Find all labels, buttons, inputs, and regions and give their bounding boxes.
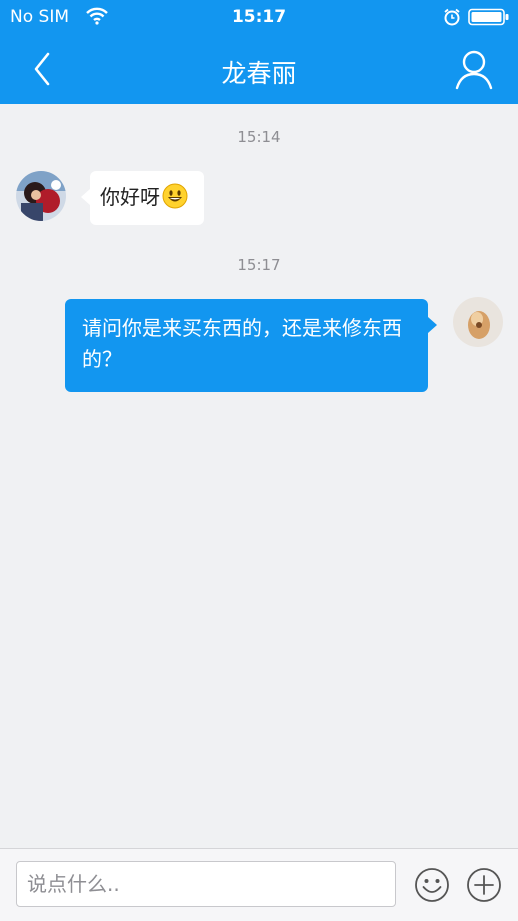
contact-avatar[interactable] — [16, 171, 66, 221]
message-timestamp: 15:17 — [237, 256, 281, 274]
emoji-picker-button[interactable] — [414, 867, 450, 903]
contact-profile-button[interactable] — [452, 48, 496, 92]
message-input[interactable] — [16, 861, 396, 907]
alarm-icon — [444, 8, 460, 26]
plus-circle-icon — [467, 868, 501, 902]
incoming-message-text: 你好呀 — [100, 185, 160, 209]
message-input-bar — [0, 848, 518, 921]
battery-icon — [468, 8, 509, 26]
outgoing-message-bubble[interactable]: 请问你是来买东西的，还是来修东西的？ — [65, 299, 437, 392]
user-avatar[interactable] — [453, 297, 503, 347]
chat-message-list[interactable]: 15:14 你好呀 15:17 请问你是来买东西的，还是来修东西的？ — [0, 104, 518, 848]
smiley-emoji-icon — [162, 183, 188, 209]
chat-title: 龙春丽 — [221, 59, 297, 88]
user-icon — [455, 50, 493, 90]
nav-bar: 龙春丽 — [0, 34, 518, 104]
smiley-face-icon — [415, 868, 449, 902]
incoming-message-bubble[interactable]: 你好呀 — [81, 171, 204, 225]
user-avatar-image — [453, 297, 503, 347]
message-timestamp: 15:14 — [237, 128, 281, 146]
contact-avatar-image — [16, 171, 66, 221]
status-bar: No SIM 15:17 — [0, 0, 518, 34]
add-attachment-button[interactable] — [466, 867, 502, 903]
status-time: 15:17 — [231, 7, 287, 27]
outgoing-message-text: 请问你是来买东西的，还是来修东西的？ — [82, 316, 402, 371]
